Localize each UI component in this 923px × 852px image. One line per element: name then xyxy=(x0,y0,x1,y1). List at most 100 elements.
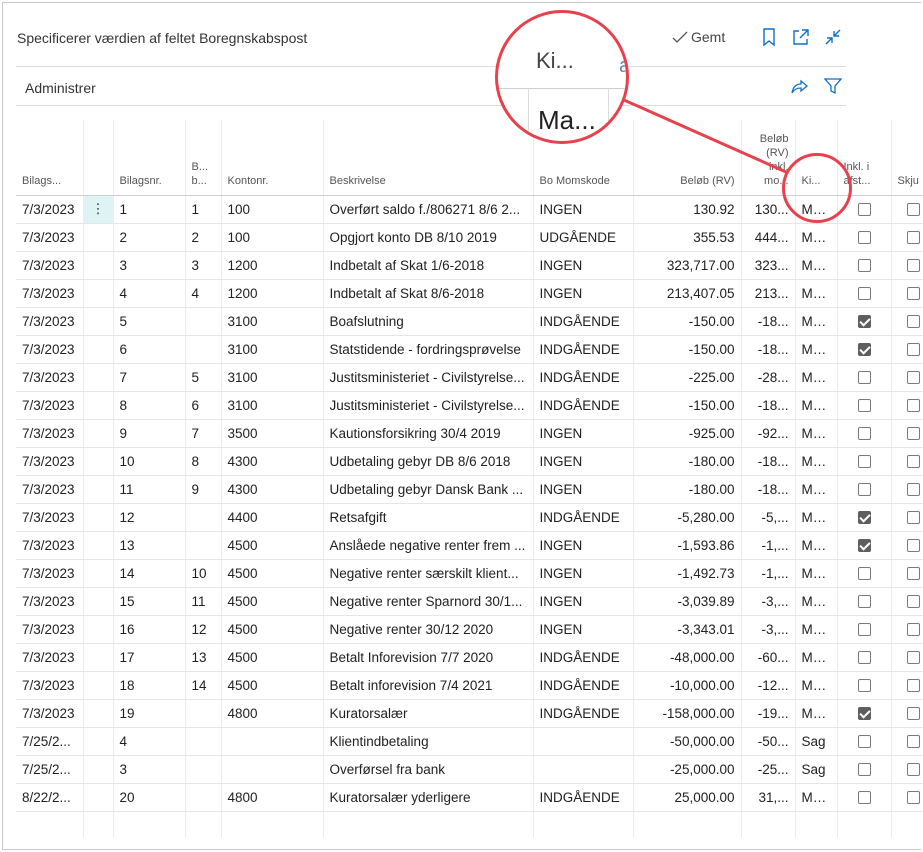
table-cell[interactable]: Ma... xyxy=(794,419,837,448)
hide-checkbox[interactable] xyxy=(907,735,921,749)
hide-checkbox[interactable] xyxy=(907,231,921,245)
table-cell[interactable]: 12 xyxy=(112,503,185,532)
table-cell[interactable]: 4500 xyxy=(220,531,323,560)
column-header[interactable]: Bilagsnr. xyxy=(112,120,185,196)
table-cell[interactable]: -1,492.73 xyxy=(632,559,741,588)
table-cell[interactable]: 8 xyxy=(184,447,221,476)
table-row[interactable]: 7/3/2023 13 4500 Anslåede negative renter f… xyxy=(16,531,923,560)
table-cell[interactable]: 3100 xyxy=(220,335,323,364)
table-cell[interactable]: 3100 xyxy=(220,307,323,336)
table-row[interactable]: 7/3/2023 10 8 4300 Udbetaling gebyr DB 8/6 2… xyxy=(16,447,923,476)
table-cell[interactable]: Indbetalt af Skat 8/6-2018 xyxy=(322,279,533,308)
include-checkbox[interactable] xyxy=(857,679,871,693)
table-cell[interactable]: Negative renter Sparnord 30/1... xyxy=(322,587,533,616)
table-cell[interactable]: Ma... xyxy=(794,587,837,616)
table-cell[interactable]: Sag xyxy=(794,727,837,756)
table-cell[interactable]: 7/3/2023 xyxy=(16,419,83,448)
table-cell[interactable] xyxy=(112,811,185,838)
table-cell[interactable]: 5 xyxy=(184,363,221,392)
table-cell[interactable]: 7/25/2... xyxy=(16,727,83,756)
hide-checkbox[interactable] xyxy=(907,539,921,553)
table-cell[interactable] xyxy=(532,811,633,838)
table-cell[interactable]: 213... xyxy=(740,279,795,308)
table-cell[interactable]: Udbetaling gebyr DB 8/6 2018 xyxy=(322,447,533,476)
table-cell[interactable] xyxy=(220,811,323,838)
table-cell[interactable]: 7/3/2023 xyxy=(16,363,83,392)
include-checkbox[interactable] xyxy=(857,791,871,805)
table-cell[interactable]: 7/3/2023 xyxy=(16,475,83,504)
table-cell[interactable]: -150.00 xyxy=(632,335,741,364)
table-cell[interactable]: -18... xyxy=(740,335,795,364)
table-cell[interactable]: INGEN xyxy=(532,475,633,504)
table-cell[interactable]: 4300 xyxy=(220,475,323,504)
table-cell[interactable]: 4800 xyxy=(220,699,323,728)
table-cell[interactable]: Statstidende - fordringsprøvelse xyxy=(322,335,533,364)
table-cell[interactable]: -50... xyxy=(740,727,795,756)
table-cell[interactable]: Betalt inforevision 7/4 2021 xyxy=(322,671,533,700)
table-cell[interactable]: -50,000.00 xyxy=(632,727,741,756)
table-cell[interactable]: 1200 xyxy=(220,279,323,308)
table-cell[interactable] xyxy=(532,755,633,784)
table-cell[interactable]: 7/25/2... xyxy=(16,755,83,784)
include-checkbox[interactable] xyxy=(857,259,871,273)
table-cell[interactable]: -150.00 xyxy=(632,307,741,336)
table-cell[interactable]: 7/3/2023 xyxy=(16,531,83,560)
table-cell[interactable] xyxy=(184,307,221,336)
hide-checkbox[interactable] xyxy=(907,567,921,581)
table-cell[interactable]: Udbetaling gebyr Dansk Bank ... xyxy=(322,475,533,504)
table-cell[interactable]: Boafslutning xyxy=(322,307,533,336)
table-cell[interactable]: 323... xyxy=(740,251,795,280)
hide-checkbox[interactable] xyxy=(907,791,921,805)
include-checkbox[interactable] xyxy=(857,343,871,357)
table-cell[interactable]: Negative renter 30/12 2020 xyxy=(322,615,533,644)
table-cell[interactable]: 5 xyxy=(112,307,185,336)
table-cell[interactable]: -5,... xyxy=(740,503,795,532)
table-cell[interactable]: 7/3/2023 xyxy=(16,223,83,252)
table-cell[interactable] xyxy=(82,811,113,838)
table-cell[interactable]: INDGÅENDE xyxy=(532,671,633,700)
table-cell[interactable]: Anslåede negative renter frem ... xyxy=(322,531,533,560)
table-cell[interactable]: INDGÅENDE xyxy=(532,643,633,672)
table-cell[interactable]: -92... xyxy=(740,419,795,448)
table-cell[interactable] xyxy=(740,811,795,838)
row-menu-icon[interactable] xyxy=(82,587,113,616)
table-cell[interactable]: 13 xyxy=(184,643,221,672)
manage-menu[interactable]: Administrer xyxy=(25,80,96,96)
table-row[interactable]: 7/3/2023 8 6 3100 Justitsministeriet - Civil… xyxy=(16,391,923,420)
table-cell[interactable] xyxy=(794,811,837,838)
table-cell[interactable]: INDGÅENDE xyxy=(532,363,633,392)
include-checkbox[interactable] xyxy=(857,315,871,329)
row-menu-icon[interactable] xyxy=(82,363,113,392)
row-menu-icon[interactable] xyxy=(82,223,113,252)
collapse-icon[interactable] xyxy=(823,27,843,47)
table-row[interactable]: 7/3/2023 16 12 4500 Negative renter 30/12 20… xyxy=(16,615,923,644)
row-menu-icon[interactable] xyxy=(82,699,113,728)
filter-icon[interactable] xyxy=(824,77,842,95)
table-cell[interactable]: Ma... xyxy=(794,251,837,280)
table-cell[interactable]: INGEN xyxy=(532,279,633,308)
table-cell[interactable] xyxy=(16,811,83,838)
table-cell[interactable]: 17 xyxy=(112,643,185,672)
hide-checkbox[interactable] xyxy=(907,203,921,217)
row-menu-icon[interactable] xyxy=(82,531,113,560)
table-cell[interactable]: INGEN xyxy=(532,447,633,476)
table-cell[interactable]: Negative renter særskilt klient... xyxy=(322,559,533,588)
table-cell[interactable]: 31,... xyxy=(740,783,795,812)
table-cell[interactable]: 10 xyxy=(112,447,185,476)
row-menu-icon[interactable] xyxy=(82,615,113,644)
hide-checkbox[interactable] xyxy=(907,763,921,777)
table-cell[interactable]: Ma... xyxy=(794,391,837,420)
table-cell[interactable]: Ma... xyxy=(794,279,837,308)
open-new-window-icon[interactable] xyxy=(791,27,811,47)
table-cell[interactable]: 11 xyxy=(112,475,185,504)
table-cell[interactable] xyxy=(632,811,741,838)
table-cell[interactable]: -1,... xyxy=(740,559,795,588)
hide-checkbox[interactable] xyxy=(907,679,921,693)
table-cell[interactable]: Klientindbetaling xyxy=(322,727,533,756)
table-cell[interactable]: INDGÅENDE xyxy=(532,503,633,532)
table-row[interactable]: 7/3/2023 3 3 1200 Indbetalt af Skat 1/6-2018… xyxy=(16,251,923,280)
table-cell[interactable]: 7/3/2023 xyxy=(16,391,83,420)
table-cell[interactable]: 7 xyxy=(184,419,221,448)
empty-row[interactable] xyxy=(16,811,923,838)
table-cell[interactable] xyxy=(184,783,221,812)
